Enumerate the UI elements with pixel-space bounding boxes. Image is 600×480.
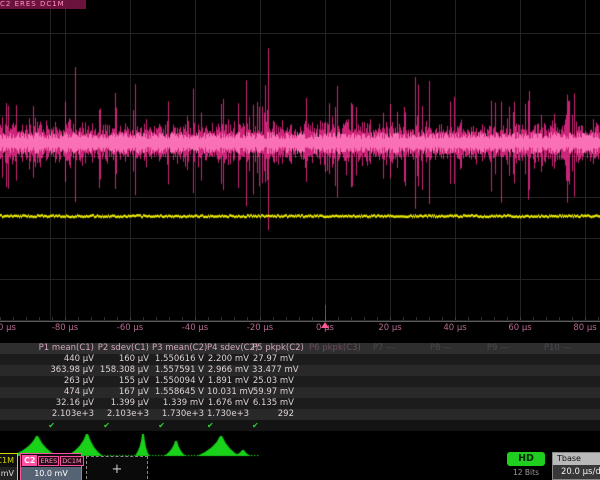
measurement-column-header-inactive[interactable]: P10 ---	[532, 343, 589, 354]
status-checkmark-icon: ✔	[0, 420, 97, 431]
time-axis-labels: -100 µs-80 µs-60 µs-40 µs-20 µs0 µs20 µs…	[0, 323, 600, 337]
trace-annotation-fragment: C2 ERES DC1M	[0, 0, 86, 9]
measurement-value-cell: 27.97 mV	[252, 354, 297, 365]
measurement-value-cell: 474 µV	[0, 387, 97, 398]
descriptor-bar: C1M 0 mV C2 ERES DC1M 10.0 mV + HD 12 Bi…	[0, 450, 600, 480]
measurement-value-cell: 1.550616 V	[152, 354, 207, 365]
measurement-value-cell: 1.891 mV	[207, 376, 252, 387]
status-checkmark-icon: ✔	[207, 420, 252, 431]
measurement-value-cell: 25.03 mV	[252, 376, 297, 387]
c1-coupling-label: C1M	[0, 454, 17, 467]
measurement-value-cell: 158.308 µV	[97, 365, 152, 376]
timebase-value: 20.0 µs/div	[553, 465, 600, 479]
measurement-column-header-inactive[interactable]: P7 ---	[361, 343, 418, 354]
status-checkmark-icon: ✔	[152, 420, 207, 431]
measurement-value-cell: 440 µV	[0, 354, 97, 365]
measurement-column-header-inactive[interactable]: P11 ---	[589, 343, 600, 354]
trigger-position-line	[325, 305, 326, 321]
timebase-title: Tbase	[553, 453, 600, 465]
measurement-value-cell: 167 µV	[97, 387, 152, 398]
measurement-value-cell: 6.135 mV	[252, 398, 297, 409]
status-checkmark-icon: ✔	[252, 420, 297, 431]
measurement-column-header[interactable]: P2 sdev(C1)	[97, 343, 152, 354]
measurement-value-cell: 1.399 µV	[97, 398, 152, 409]
hd-mode-badge[interactable]: HD	[507, 452, 545, 466]
measurement-column-header-inactive[interactable]: P8 ---	[418, 343, 475, 354]
add-trace-button[interactable]: +	[86, 456, 148, 480]
resolution-label: 12 Bits	[507, 468, 545, 477]
measurement-column-header[interactable]: P5 pkpk(C2)	[252, 343, 297, 354]
measurement-column-header[interactable]: P1 mean(C1)	[0, 343, 97, 354]
measurement-value-cell: 160 µV	[97, 354, 152, 365]
measurement-value-cell: 10.031 mV	[207, 387, 252, 398]
time-axis-label: -80 µs	[52, 323, 78, 333]
measurement-value-cell: 1.550094 V	[152, 376, 207, 387]
time-axis-label: -100 µs	[0, 323, 16, 333]
c2-eres-badge: ERES	[38, 456, 59, 466]
measurement-value-cell: 2.103e+3	[97, 409, 152, 420]
time-axis-label: -20 µs	[247, 323, 273, 333]
measurement-value-cell: 1.730e+3	[152, 409, 207, 420]
oscilloscope-screen: C2 ERES DC1M -100 µs -80 µs -60 µs -40 µs -2…	[0, 0, 600, 480]
c2-channel-badge: C2	[22, 455, 37, 466]
time-axis-label: 40 µs	[443, 323, 466, 333]
measurement-value-cell: 292	[252, 409, 297, 420]
measurement-value-cell: 2.103e+3	[0, 409, 97, 420]
measurement-column-header[interactable]: P3 mean(C2)	[152, 343, 207, 354]
time-axis-label: -40 µs	[182, 323, 208, 333]
measurement-value-cell: 32.16 µV	[0, 398, 97, 409]
measurement-value-cell: 363.98 µV	[0, 365, 97, 376]
c2-coupling-badge: DC1M	[60, 456, 83, 466]
measurement-value-cell: 2.200 mV	[207, 354, 252, 365]
measurement-value-cell: 1.557591 V	[152, 365, 207, 376]
measurement-value-cell: 1.339 mV	[152, 398, 207, 409]
measurement-value-cell: 33.477 mV	[252, 365, 297, 376]
c1-scale-label: 0 mV	[0, 467, 17, 480]
c2-scale-label: 10.0 mV	[21, 467, 81, 480]
time-axis-label: 80 µs	[573, 323, 596, 333]
status-checkmark-icon: ✔	[97, 420, 152, 431]
trigger-position-marker-icon[interactable]	[321, 322, 329, 328]
measurement-value-cell: 155 µV	[97, 376, 152, 387]
measurement-value-cell: 2.966 mV	[207, 365, 252, 376]
measurement-value-cell: 1.676 mV	[207, 398, 252, 409]
channel-c2-descriptor[interactable]: C2 ERES DC1M 10.0 mV	[20, 453, 82, 480]
measurement-value-cell: 1.730e+3	[207, 409, 252, 420]
measurement-column-header-inactive[interactable]: P9 ---	[475, 343, 532, 354]
channel-c1-descriptor[interactable]: C1M 0 mV	[0, 453, 18, 480]
time-axis-label: 20 µs	[378, 323, 401, 333]
measurement-column-header-inactive[interactable]: P6 pkpk(C3)	[297, 343, 361, 354]
measurement-value-cell: 263 µV	[0, 376, 97, 387]
measurement-value-cell: 1.558645 V	[152, 387, 207, 398]
measurement-value-cell: 59.97 mV	[252, 387, 297, 398]
time-axis-label: -60 µs	[117, 323, 143, 333]
timebase-descriptor[interactable]: Tbase 20.0 µs/div	[552, 452, 600, 480]
measurement-table: P1 mean(C1)P2 sdev(C1)P3 mean(C2)P4 sdev…	[0, 343, 600, 431]
time-axis-label: 60 µs	[508, 323, 531, 333]
measurement-column-header[interactable]: P4 sdev(C2)	[207, 343, 252, 354]
